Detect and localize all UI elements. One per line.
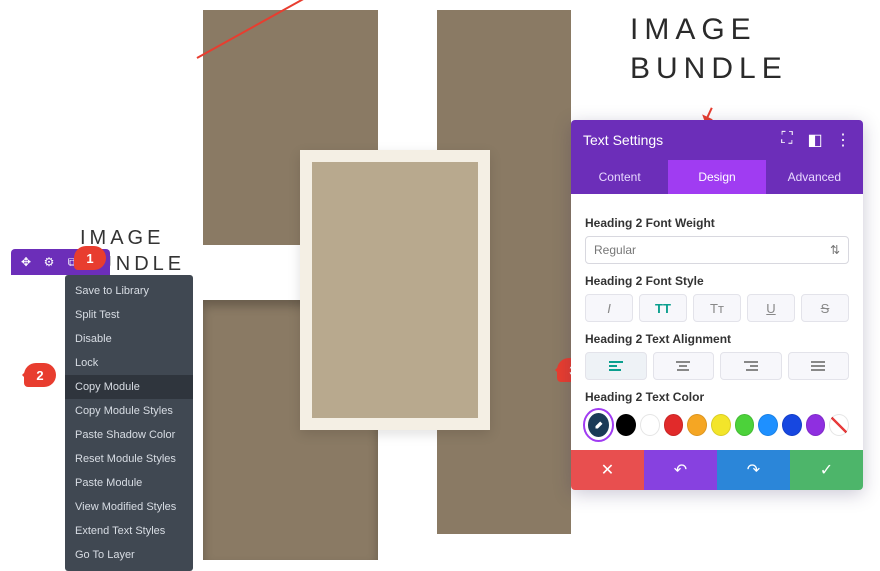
move-icon[interactable]: ✥	[19, 255, 33, 269]
color-swatch[interactable]	[640, 414, 660, 436]
context-menu-item[interactable]: Paste Module	[65, 471, 193, 495]
context-menu-item[interactable]: Copy Module Styles	[65, 399, 193, 423]
text-color-label: Heading 2 Text Color	[585, 390, 849, 404]
image-bundle-title-right: IMAGE BUNDLE	[630, 10, 788, 88]
tab-design[interactable]: Design	[668, 160, 765, 194]
font-weight-value: Regular	[594, 243, 636, 257]
context-menu-item[interactable]: Disable	[65, 327, 193, 351]
color-swatch[interactable]	[687, 414, 707, 436]
color-swatch-none[interactable]	[829, 414, 849, 436]
color-picker-button[interactable]	[585, 410, 612, 440]
italic-button[interactable]: I	[585, 294, 633, 322]
align-center-button[interactable]	[653, 352, 715, 380]
color-swatch[interactable]	[711, 414, 731, 436]
panel-title: Text Settings	[583, 132, 663, 148]
context-menu-item[interactable]: Extend Text Styles	[65, 519, 193, 543]
context-menu-item[interactable]: Split Test	[65, 303, 193, 327]
context-menu-item[interactable]: Copy Module	[65, 375, 193, 399]
context-menu-item[interactable]: Reset Module Styles	[65, 447, 193, 471]
chevron-updown-icon: ⇅	[830, 243, 840, 257]
color-swatch[interactable]	[664, 414, 684, 436]
color-swatch[interactable]	[758, 414, 778, 436]
columns-icon[interactable]: ◧	[807, 130, 823, 150]
gallery-image-framed	[300, 150, 490, 430]
redo-button[interactable]: ↷	[717, 450, 790, 490]
expand-icon[interactable]: ⛶	[779, 130, 795, 150]
uppercase-button[interactable]: TT	[639, 294, 687, 322]
context-menu-item[interactable]: Lock	[65, 351, 193, 375]
panel-tabs: Content Design Advanced	[571, 160, 863, 194]
context-menu: Save to LibrarySplit TestDisableLockCopy…	[65, 275, 193, 571]
tab-advanced[interactable]: Advanced	[766, 160, 863, 194]
annotation-callout-1: 1	[74, 246, 106, 270]
alignment-label: Heading 2 Text Alignment	[585, 332, 849, 346]
more-vertical-icon[interactable]: ⋮	[835, 130, 851, 150]
panel-header: Text Settings ⛶ ◧ ⋮	[571, 120, 863, 160]
align-left-button[interactable]	[585, 352, 647, 380]
text-settings-panel: Text Settings ⛶ ◧ ⋮ Content Design Advan…	[571, 120, 863, 490]
font-weight-label: Heading 2 Font Weight	[585, 216, 849, 230]
tab-content[interactable]: Content	[571, 160, 668, 194]
font-weight-select[interactable]: Regular ⇅	[585, 236, 849, 264]
strikethrough-button[interactable]: S	[801, 294, 849, 322]
color-swatch[interactable]	[806, 414, 826, 436]
close-button[interactable]: ✕	[571, 450, 644, 490]
eyedropper-icon	[592, 418, 606, 432]
annotation-callout-2: 2	[24, 363, 56, 387]
confirm-button[interactable]: ✓	[790, 450, 863, 490]
color-swatch[interactable]	[782, 414, 802, 436]
context-menu-item[interactable]: Paste Shadow Color	[65, 423, 193, 447]
align-justify-button[interactable]	[788, 352, 850, 380]
underline-button[interactable]: U	[747, 294, 795, 322]
color-swatch[interactable]	[735, 414, 755, 436]
context-menu-item[interactable]: Save to Library	[65, 279, 193, 303]
font-style-label: Heading 2 Font Style	[585, 274, 849, 288]
align-right-button[interactable]	[720, 352, 782, 380]
context-menu-item[interactable]: View Modified Styles	[65, 495, 193, 519]
undo-button[interactable]: ↶	[644, 450, 717, 490]
gear-icon[interactable]: ⚙	[42, 255, 56, 269]
smallcaps-button[interactable]: Tᴛ	[693, 294, 741, 322]
context-menu-item[interactable]: Go To Layer	[65, 543, 193, 567]
color-swatch[interactable]	[616, 414, 636, 436]
panel-footer: ✕ ↶ ↷ ✓	[571, 450, 863, 490]
